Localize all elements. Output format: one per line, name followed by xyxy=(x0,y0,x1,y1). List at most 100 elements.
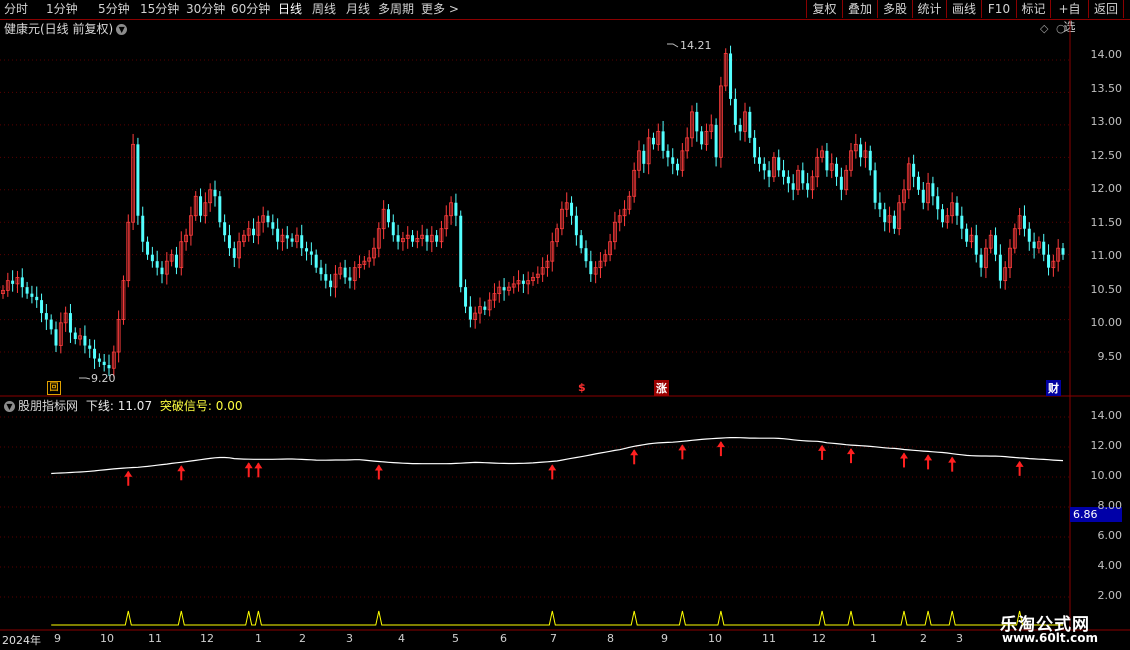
candle-body xyxy=(883,209,887,223)
kline-chart[interactable] xyxy=(0,0,1130,650)
candle-body xyxy=(791,183,795,190)
candle-body xyxy=(777,157,781,171)
candle-body xyxy=(54,329,58,346)
month-tick: 8 xyxy=(607,632,614,645)
month-tick: 4 xyxy=(398,632,405,645)
candle-body xyxy=(174,254,178,268)
candle-body xyxy=(97,358,101,362)
ind-y-tick: 12.00 xyxy=(1090,439,1123,452)
candle-body xyxy=(391,222,395,236)
candle-body xyxy=(40,300,44,314)
candle-body xyxy=(160,267,164,275)
month-tick: 2 xyxy=(299,632,306,645)
watermark-url: www.60lt.com xyxy=(1002,631,1099,645)
candle-body xyxy=(300,235,304,249)
signal-arrow-head xyxy=(924,454,933,461)
candle-body xyxy=(868,150,872,171)
month-tick: 2 xyxy=(920,632,927,645)
candle-body xyxy=(1047,254,1051,268)
candle-body xyxy=(782,170,786,177)
candle-body xyxy=(753,137,757,158)
candle-body xyxy=(651,137,655,145)
month-tick: 7 xyxy=(550,632,557,645)
candle-body xyxy=(589,261,593,275)
candle-body xyxy=(227,235,231,249)
candle-body xyxy=(146,241,150,255)
y-tick: 12.00 xyxy=(1090,182,1123,195)
hui-marker[interactable]: 回 xyxy=(47,381,61,395)
candle-body xyxy=(666,150,670,158)
candle-body xyxy=(199,196,203,216)
zhang-marker[interactable]: 涨 xyxy=(654,380,669,396)
signal-arrow-head xyxy=(900,452,908,459)
candle-body xyxy=(584,248,588,262)
high-pointer xyxy=(667,43,679,48)
candle-body xyxy=(1032,241,1036,249)
candle-body xyxy=(502,287,506,291)
candle-body xyxy=(107,365,111,369)
y-tick: 12.50 xyxy=(1090,149,1123,162)
candle-body xyxy=(998,254,1002,281)
price-tag: 6.86 xyxy=(1073,508,1098,521)
month-tick: 10 xyxy=(100,632,114,645)
candle-body xyxy=(252,228,256,236)
candle-body xyxy=(218,196,222,223)
candle-body xyxy=(266,215,270,223)
y-tick: 11.00 xyxy=(1090,249,1123,262)
cai-marker[interactable]: 财 xyxy=(1046,380,1061,396)
candle-body xyxy=(801,170,805,184)
ind-y-tick: 6.00 xyxy=(1097,529,1123,542)
candle-body xyxy=(68,313,72,333)
month-tick: 3 xyxy=(346,632,353,645)
candle-body xyxy=(570,202,574,216)
low-label: 9.20 xyxy=(91,372,116,385)
candle-body xyxy=(994,235,998,255)
candle-body xyxy=(878,202,882,210)
signal-arrow-head xyxy=(630,449,639,456)
y-tick: 10.50 xyxy=(1090,283,1123,296)
candle-body xyxy=(155,261,159,268)
candle-body xyxy=(348,277,352,281)
month-tick: 3 xyxy=(956,632,963,645)
candle-body xyxy=(213,189,217,197)
candle-body xyxy=(767,170,771,177)
candle-body xyxy=(738,124,742,132)
candle-body xyxy=(88,345,92,349)
month-tick: 1 xyxy=(255,632,262,645)
dollar-marker[interactable]: $ xyxy=(578,381,586,394)
candle-body xyxy=(483,306,487,310)
candle-body xyxy=(642,150,646,164)
candle-body xyxy=(232,248,236,258)
candle-body xyxy=(873,170,877,203)
month-tick: 9 xyxy=(661,632,668,645)
candle-body xyxy=(223,222,227,236)
y-tick: 10.00 xyxy=(1090,316,1123,329)
candle-body xyxy=(733,98,737,125)
candle-body xyxy=(25,287,29,294)
candle-body xyxy=(468,306,472,320)
candle-body xyxy=(825,150,829,171)
month-tick: 1 xyxy=(870,632,877,645)
candle-body xyxy=(49,319,53,330)
ind-y-tick: 14.00 xyxy=(1090,409,1123,422)
candle-body xyxy=(464,287,468,307)
signal-arrow-head xyxy=(374,464,383,471)
signal-arrow-head xyxy=(124,470,133,477)
ind-y-tick: 4.00 xyxy=(1097,559,1123,572)
month-tick: 11 xyxy=(148,632,162,645)
candle-body xyxy=(912,163,916,177)
candle-body xyxy=(1027,228,1031,242)
candle-body xyxy=(700,131,704,145)
ind-y-tick: 10.00 xyxy=(1090,469,1123,482)
month-tick: 11 xyxy=(762,632,776,645)
candle-body xyxy=(521,280,525,284)
candle-body xyxy=(411,235,415,242)
candle-body xyxy=(435,235,439,242)
candle-body xyxy=(1061,248,1065,255)
candle-body xyxy=(386,209,390,223)
candle-body xyxy=(83,335,87,346)
candle-body xyxy=(30,293,34,297)
signal-arrow-head xyxy=(678,444,687,451)
y-tick: 13.50 xyxy=(1090,82,1123,95)
candle-body xyxy=(748,111,752,138)
